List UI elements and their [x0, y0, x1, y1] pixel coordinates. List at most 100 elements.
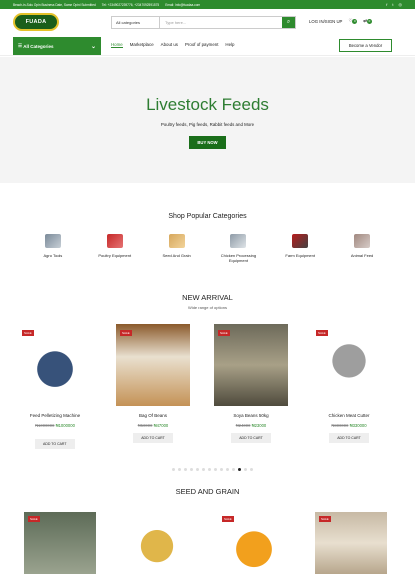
old-price: ₦1000000: [35, 423, 55, 428]
all-categories-button[interactable]: ☰ All Categories ⌄: [13, 37, 101, 55]
product-image[interactable]: SALE: [315, 512, 387, 574]
header-actions: LOG IN/SIGN UP ♡ 0 ⇄ 0: [309, 18, 372, 24]
become-vendor-button[interactable]: Become a Vendor: [339, 39, 392, 52]
old-price: ₦50000: [137, 423, 153, 428]
category-label: Agro Tools: [43, 253, 63, 258]
compare-count: 0: [366, 19, 372, 24]
carousel-dot[interactable]: [178, 468, 181, 471]
nav-links: Home Marketplace About us Proof of payme…: [111, 42, 234, 48]
product-name[interactable]: Feed Pelletizing Machine: [18, 413, 92, 418]
login-link[interactable]: LOG IN/SIGN UP: [309, 19, 342, 24]
social-links: f t ◎: [386, 2, 402, 7]
chevron-down-icon: ⌄: [90, 43, 96, 50]
carousel-dot[interactable]: [250, 468, 253, 471]
hero-title: Livestock Feeds: [146, 95, 269, 114]
category-agro-tools[interactable]: Agro Tools: [28, 234, 78, 263]
product-image[interactable]: SALE: [116, 324, 190, 406]
product-image[interactable]: [121, 512, 193, 574]
facebook-icon[interactable]: f: [386, 2, 387, 7]
main-nav: ☰ All Categories ⌄ Home Marketplace Abou…: [0, 36, 415, 56]
instagram-icon[interactable]: ◎: [399, 2, 403, 7]
product-card[interactable]: SALE Bag Of Beans ₦50000 ₦47000 ADD TO C…: [116, 324, 190, 443]
carousel-dot[interactable]: [214, 468, 217, 471]
category-label: Poultry Equipment: [98, 253, 132, 258]
product-image[interactable]: SALE: [24, 512, 96, 574]
nav-home[interactable]: Home: [111, 42, 123, 48]
add-to-cart-button[interactable]: ADD TO CART: [329, 433, 369, 443]
carousel-dot[interactable]: [184, 468, 187, 471]
carousel-dot[interactable]: [220, 468, 223, 471]
product-card[interactable]: SALE Feed Pelletizing Machine ₦1000000 ₦…: [18, 324, 92, 443]
category-poultry-equipment[interactable]: Poultry Equipment: [90, 234, 140, 263]
nav-about[interactable]: About us: [161, 42, 178, 48]
product-card[interactable]: SALE Chicken Meat Cutter ₦300000 ₦330000…: [312, 324, 386, 443]
carousel-dot[interactable]: [232, 468, 235, 471]
category-label: Animal Feed: [350, 253, 374, 258]
add-to-cart-button[interactable]: ADD TO CART: [133, 433, 173, 443]
wishlist-count: 0: [352, 19, 358, 24]
new-price: ₦47000: [153, 423, 169, 428]
hero-subtitle: Poultry feeds, Pig feeds, Rabbit feeds a…: [160, 122, 255, 127]
tools-icon: [44, 234, 61, 248]
category-seed-grain[interactable]: Seed And Grain: [152, 234, 202, 263]
category-animal-feed[interactable]: Animal Feed: [337, 234, 387, 263]
processing-icon: [230, 234, 247, 248]
carousel-dot[interactable]: [196, 468, 199, 471]
product-name[interactable]: Bag Of Beans: [116, 413, 190, 418]
product-image[interactable]: SALE: [218, 512, 290, 574]
carousel-dot[interactable]: [172, 468, 175, 471]
nav-marketplace[interactable]: Marketplace: [130, 42, 154, 48]
carousel-dot[interactable]: [244, 468, 247, 471]
address-text: Beach-in-Solu Opin Business Date, Same O…: [13, 2, 96, 7]
categories-title: Shop Popular Categories: [168, 213, 247, 220]
category-label: Farm Equipment: [285, 253, 315, 258]
site-logo[interactable]: FUADA: [13, 13, 59, 31]
grain-icon: [168, 234, 185, 248]
sale-badge: SALE: [222, 516, 234, 522]
product-image[interactable]: SALE: [214, 324, 288, 406]
search-input[interactable]: Type here...: [160, 17, 282, 28]
new-arrival-products: SALE Feed Pelletizing Machine ₦1000000 ₦…: [18, 324, 386, 443]
compare-button[interactable]: ⇄ 0: [363, 18, 372, 24]
search-button[interactable]: ⌕: [282, 17, 295, 28]
product-image[interactable]: SALE: [18, 324, 92, 406]
add-to-cart-button[interactable]: ADD TO CART: [35, 439, 75, 449]
top-info-bar: Beach-in-Solu Opin Business Date, Same O…: [0, 0, 415, 9]
category-chicken-processing[interactable]: Chicken Processing Equipment: [213, 234, 263, 263]
categories-list: Agro Tools Poultry Equipment Seed And Gr…: [0, 234, 415, 263]
poultry-icon: [106, 234, 123, 248]
sale-badge: SALE: [218, 330, 230, 336]
add-to-cart-button[interactable]: ADD TO CART: [231, 433, 271, 443]
seed-grain-title: SEED AND GRAIN: [175, 487, 240, 496]
seed-grain-products: SALE SALE SALE: [24, 512, 387, 574]
phone-text: Tel: +2349027239776, +2347092591575: [101, 2, 160, 7]
sale-badge: SALE: [319, 516, 331, 522]
carousel-dot[interactable]: [190, 468, 193, 471]
all-categories-label: All Categories: [23, 43, 54, 49]
old-price: ₦300000: [331, 423, 349, 428]
carousel-dot[interactable]: [226, 468, 229, 471]
category-label: Seed And Grain: [162, 253, 191, 258]
category-farm-equipment[interactable]: Farm Equipment: [275, 234, 325, 263]
old-price: ₦24000: [235, 423, 251, 428]
product-name[interactable]: Soya Beans 50kg: [214, 413, 288, 418]
new-price: ₦1000000: [55, 423, 75, 428]
product-card[interactable]: SALE Soya Beans 50kg ₦24000 ₦23000 ADD T…: [214, 324, 288, 443]
feed-icon: [354, 234, 371, 248]
search-bar: All categories Type here... ⌕: [111, 16, 296, 29]
search-category-select[interactable]: All categories: [112, 17, 160, 28]
buy-now-button[interactable]: BUY NOW: [189, 136, 226, 149]
carousel-dots: [172, 468, 253, 471]
carousel-dot[interactable]: [202, 468, 205, 471]
nav-help[interactable]: Help: [225, 42, 234, 48]
tractor-icon: [292, 234, 309, 248]
product-name[interactable]: Chicken Meat Cutter: [312, 413, 386, 418]
wishlist-button[interactable]: ♡ 0: [348, 18, 358, 24]
nav-proof-of-payment[interactable]: Proof of payment: [185, 42, 218, 48]
search-icon: ⌕: [286, 19, 291, 25]
carousel-dot[interactable]: [208, 468, 211, 471]
email-text: Email: Info@fuadaa.com: [165, 2, 201, 7]
carousel-dot-active[interactable]: [238, 468, 241, 471]
twitter-icon[interactable]: t: [392, 2, 393, 7]
product-image[interactable]: SALE: [312, 324, 386, 406]
